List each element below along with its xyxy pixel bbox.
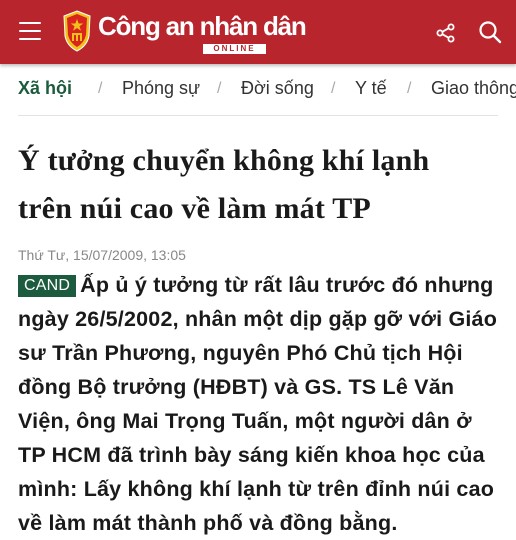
brand-tag: ONLINE xyxy=(203,44,266,54)
share-icon[interactable] xyxy=(436,23,456,43)
site-logo[interactable]: Công an nhân dân ONLINE xyxy=(62,8,307,58)
menu-icon[interactable] xyxy=(19,22,41,40)
category-nav: Xã hội / Phóng sự / Đời sống / Y tế / Gi… xyxy=(0,64,516,114)
article-title-line-2: trên núi cao về làm mát TP xyxy=(18,192,371,225)
article-lead: CAND Ấp ủ ý tưởng từ rất lâu trước đó như… xyxy=(18,268,502,540)
search-icon[interactable] xyxy=(478,20,502,44)
article-date: Thứ Tư, 15/07/2009, 13:05 xyxy=(18,247,186,263)
nav-separator: / xyxy=(217,80,222,97)
article-title: Ý tưởng chuyển không khí lạnh trên núi c… xyxy=(18,137,498,233)
emblem-icon xyxy=(63,10,91,52)
top-header-bar: Công an nhân dân ONLINE xyxy=(0,0,516,64)
nav-item-doi-song[interactable]: Đời sống xyxy=(241,78,314,99)
nav-item-giao-thong[interactable]: Giao thông xyxy=(431,78,516,99)
nav-item-y-te[interactable]: Y tế xyxy=(355,78,387,99)
nav-separator: / xyxy=(331,80,336,97)
nav-separator: / xyxy=(98,80,103,97)
article-title-line-1: Ý tưởng chuyển không khí lạnh xyxy=(18,144,430,177)
nav-item-phong-su[interactable]: Phóng sự xyxy=(122,78,200,99)
article-lead-text: Ấp ủ ý tưởng từ rất lâu trước đó nhưng n… xyxy=(18,273,498,535)
nav-separator: / xyxy=(407,80,412,97)
nav-divider xyxy=(18,115,498,116)
source-badge: CAND xyxy=(18,275,77,297)
nav-item-xa-hoi[interactable]: Xã hội xyxy=(18,78,72,99)
brand-name: Công an nhân dân xyxy=(98,11,307,41)
